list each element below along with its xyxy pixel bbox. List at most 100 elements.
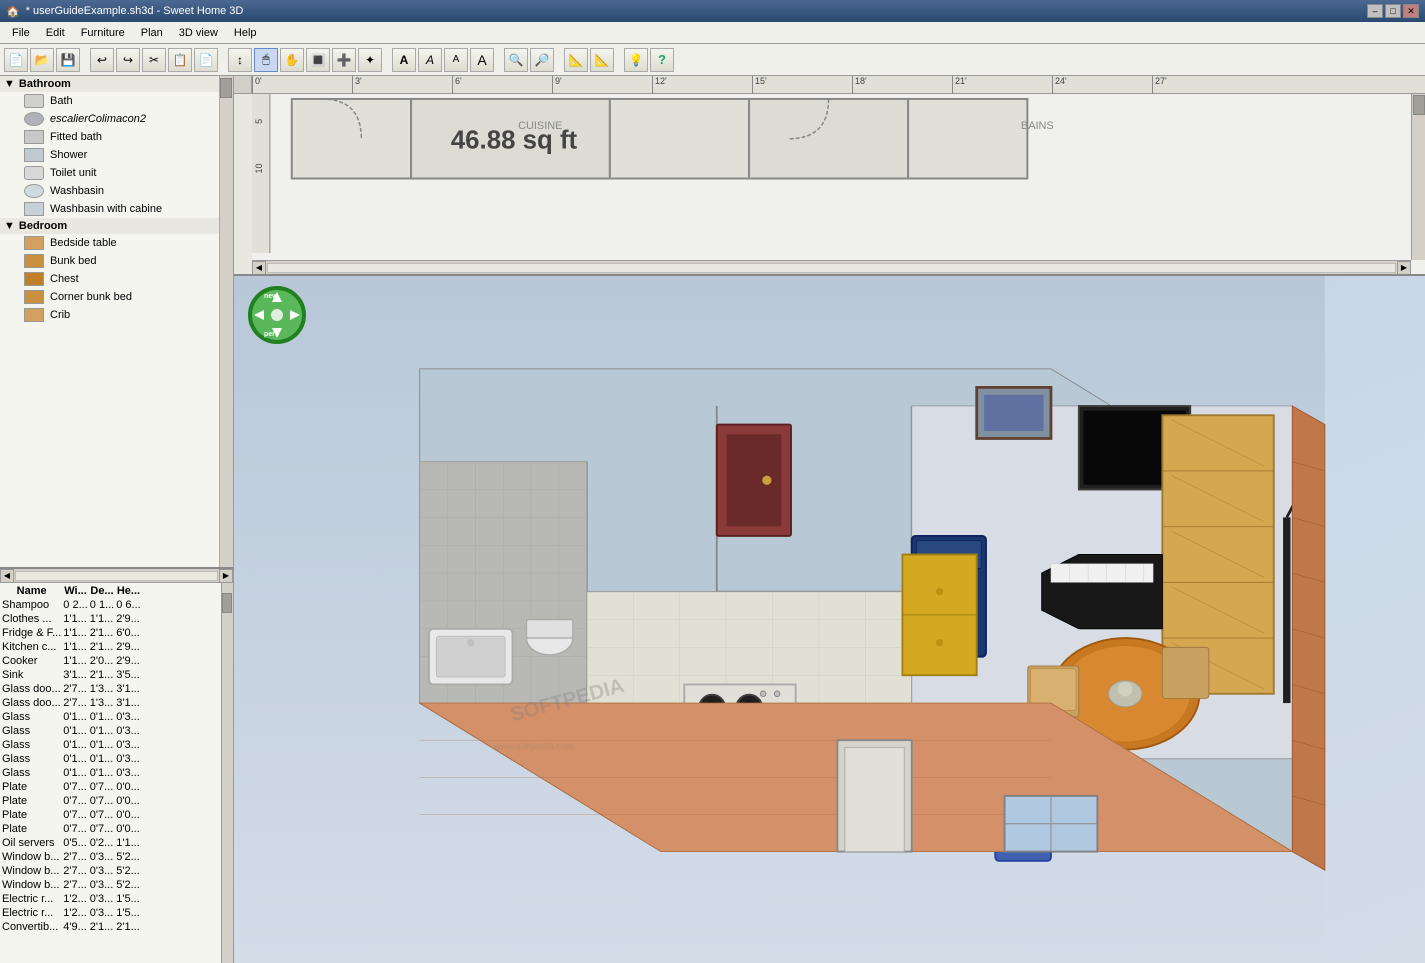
table-cell-dim: 1'5... [116, 893, 140, 905]
table-scrollbar[interactable] [221, 583, 233, 963]
table-row[interactable]: Sink3'1...2'1...3'5... [2, 669, 141, 681]
item-chest[interactable]: Chest [0, 270, 219, 288]
table-row[interactable]: Glass0'1...0'1...0'3... [2, 753, 141, 765]
undo-button[interactable]: ↩ [90, 48, 114, 72]
toolbar: 📄 📂 💾 ↩ ↪ ✂ 📋 📄 ↕ 🖱 ✋ 🔳 ➕ ✦ A A A A 🔍 🔎 … [0, 44, 1425, 76]
measure2-button[interactable]: 📐 [590, 48, 614, 72]
table-row[interactable]: Electric r...1'2...0'3...1'5... [2, 893, 141, 905]
redo-button[interactable]: ↪ [116, 48, 140, 72]
new-button[interactable]: 📄 [4, 48, 28, 72]
save-button[interactable]: 💾 [56, 48, 80, 72]
text-large-button[interactable]: A [470, 48, 494, 72]
shower-label: Shower [50, 149, 87, 161]
table-cell-dim: 0'7... [90, 795, 114, 807]
svg-text:10: 10 [254, 164, 264, 174]
table-row[interactable]: Glass doo...2'7...1'3...3'1... [2, 683, 141, 695]
select-button[interactable]: ↕ [228, 48, 252, 72]
table-row[interactable]: Glass0'1...0'1...0'3... [2, 711, 141, 723]
help-button[interactable]: ? [650, 48, 674, 72]
minimize-button[interactable]: – [1367, 4, 1383, 18]
item-bunk-bed[interactable]: Bunk bed [0, 252, 219, 270]
plan-scroll-right[interactable]: ▶ [1397, 261, 1411, 275]
plan-hscroll[interactable]: ◀ ▶ [252, 260, 1411, 274]
item-corner-bunk-bed[interactable]: Corner bunk bed [0, 288, 219, 306]
table-row[interactable]: Plate0'7...0'7...0'0... [2, 781, 141, 793]
lighting-button[interactable]: 💡 [624, 48, 648, 72]
table-row[interactable]: Plate0'7...0'7...0'0... [2, 823, 141, 835]
table-cell-dim: 0'1... [90, 767, 114, 779]
table-cell-dim: 1'5... [116, 907, 140, 919]
toilet-label: Toilet unit [50, 167, 96, 179]
item-bath[interactable]: Bath [0, 92, 219, 110]
left-panel: ▼ Bathroom Bath escalierColimacon2 Fitte… [0, 76, 234, 963]
nav-widget[interactable]: new per [248, 286, 306, 344]
table-row[interactable]: Shampoo0 2...0 1...0 6... [2, 599, 141, 611]
close-button[interactable]: ✕ [1403, 4, 1419, 18]
text-style-button[interactable]: A [418, 48, 442, 72]
menu-edit[interactable]: Edit [38, 25, 73, 41]
tree-scroll-right[interactable]: ▶ [219, 569, 233, 583]
cut-button[interactable]: ✂ [142, 48, 166, 72]
tree-scroll-left[interactable]: ◀ [0, 569, 14, 583]
category-bathroom[interactable]: ▼ Bathroom [0, 76, 219, 92]
menu-furniture[interactable]: Furniture [73, 25, 133, 41]
washbasin-icon [24, 184, 44, 198]
table-cell-dim: 0'7... [63, 809, 87, 821]
plan-scroll-left[interactable]: ◀ [252, 261, 266, 275]
table-row[interactable]: Electric r...1'2...0'3...1'5... [2, 907, 141, 919]
pointer-button[interactable]: 🖱 [254, 48, 278, 72]
tree-scroll-track[interactable] [15, 571, 218, 581]
text-size-button[interactable]: A [444, 48, 468, 72]
table-row[interactable]: Plate0'7...0'7...0'0... [2, 795, 141, 807]
table-row[interactable]: Window b...2'7...0'3...5'2... [2, 851, 141, 863]
menu-plan[interactable]: Plan [133, 25, 171, 41]
category-bedroom[interactable]: ▼ Bedroom [0, 218, 219, 234]
table-row[interactable]: Oil servers0'5...0'2...1'1... [2, 837, 141, 849]
tree-hscroll[interactable]: ◀ ▶ [0, 569, 233, 583]
measure-button[interactable]: 📐 [564, 48, 588, 72]
table-row[interactable]: Clothes ...1'1...1'1...2'9... [2, 613, 141, 625]
table-row[interactable]: Convertib...4'9...2'1...2'1... [2, 921, 141, 933]
plan-scroll-track[interactable] [267, 263, 1396, 273]
svg-text:CUISINE: CUISINE [518, 120, 562, 132]
item-washbasin-cabinet[interactable]: Washbasin with cabine [0, 200, 219, 218]
item-bedside-table[interactable]: Bedside table [0, 234, 219, 252]
table-row[interactable]: Glass doo...2'7...1'3...3'1... [2, 697, 141, 709]
pan-button[interactable]: ✋ [280, 48, 304, 72]
menu-file[interactable]: File [4, 25, 38, 41]
table-row[interactable]: Window b...2'7...0'3...5'2... [2, 879, 141, 891]
menu-3dview[interactable]: 3D view [171, 25, 226, 41]
zoom-in-button[interactable]: 🔍 [504, 48, 528, 72]
table-row[interactable]: Plate0'7...0'7...0'0... [2, 809, 141, 821]
table-cell-dim: 0'3... [116, 739, 140, 751]
item-toilet[interactable]: Toilet unit [0, 164, 219, 182]
item-escalier[interactable]: escalierColimacon2 [0, 110, 219, 128]
add-furniture-button[interactable]: ✦ [358, 48, 382, 72]
open-button[interactable]: 📂 [30, 48, 54, 72]
table-row[interactable]: Kitchen c...1'1...2'1...2'9... [2, 641, 141, 653]
copy-button[interactable]: 📋 [168, 48, 192, 72]
table-row[interactable]: Window b...2'7...0'3...5'2... [2, 865, 141, 877]
tree-scrollbar[interactable] [219, 76, 233, 567]
item-crib[interactable]: Crib [0, 306, 219, 324]
zoom-out-button[interactable]: 🔎 [530, 48, 554, 72]
item-washbasin[interactable]: Washbasin [0, 182, 219, 200]
text-button[interactable]: A [392, 48, 416, 72]
table-cell-dim: 0'1... [63, 739, 87, 751]
table-cell-dim: 2'7... [63, 851, 87, 863]
draw-wall-button[interactable]: ➕ [332, 48, 356, 72]
maximize-button[interactable]: □ [1385, 4, 1401, 18]
table-row[interactable]: Fridge & F...1'1...2'1...6'0... [2, 627, 141, 639]
svg-text:5: 5 [254, 119, 264, 124]
paste-button[interactable]: 📄 [194, 48, 218, 72]
table-row[interactable]: Glass0'1...0'1...0'3... [2, 725, 141, 737]
table-row[interactable]: Cooker1'1...2'0...2'9... [2, 655, 141, 667]
item-shower[interactable]: Shower [0, 146, 219, 164]
item-fitted-bath[interactable]: Fitted bath [0, 128, 219, 146]
draw-room-button[interactable]: 🔳 [306, 48, 330, 72]
plan-canvas[interactable]: 46.88 sq ft CUISINE BAINS 5 10 [252, 94, 1425, 274]
table-row[interactable]: Glass0'1...0'1...0'3... [2, 739, 141, 751]
table-row[interactable]: Glass0'1...0'1...0'3... [2, 767, 141, 779]
plan-vscroll[interactable] [1411, 94, 1425, 260]
menu-help[interactable]: Help [226, 25, 265, 41]
